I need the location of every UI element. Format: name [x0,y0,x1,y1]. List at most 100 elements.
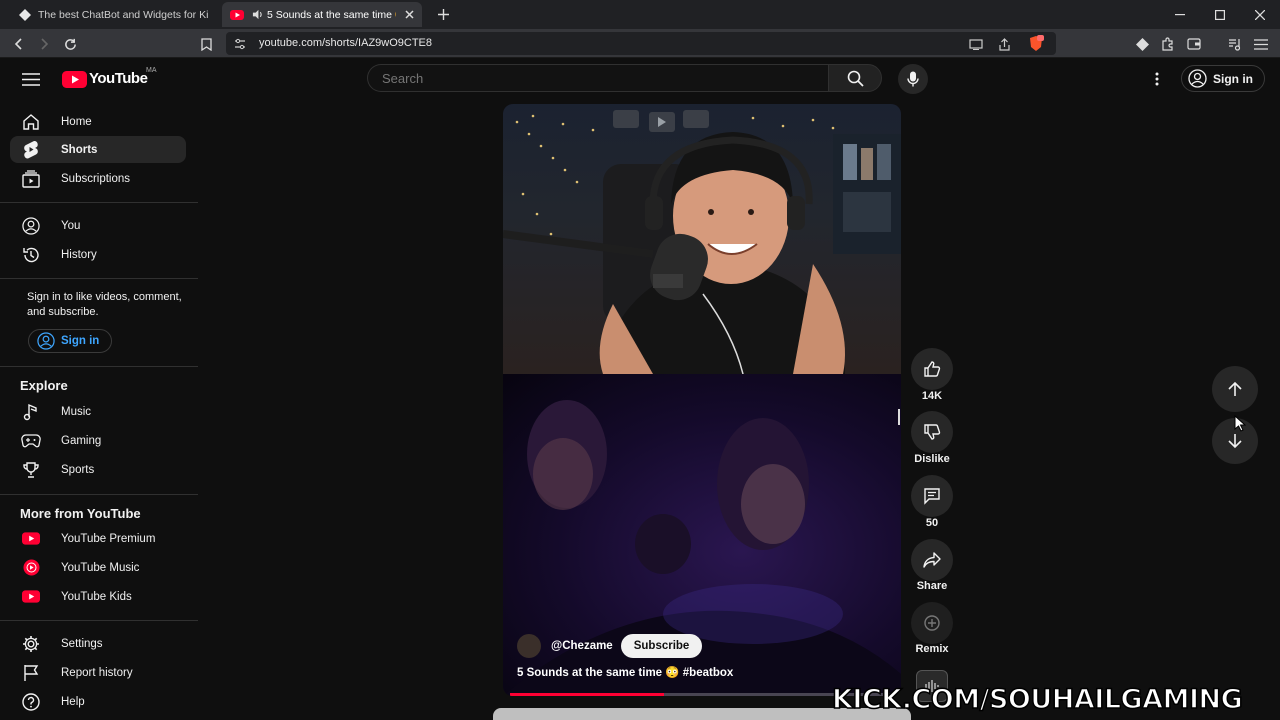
sidebar-divider [0,278,198,279]
sidebar-item-home[interactable]: Home [10,108,186,135]
shorts-icon [20,139,42,161]
subscriptions-icon [20,168,42,190]
country-code: MA [146,67,157,74]
sidebar-item-label: Gaming [61,434,102,447]
media-icon[interactable] [1225,34,1245,54]
previous-short-button[interactable] [1212,366,1258,412]
sign-in-label: Sign in [61,335,100,347]
sidebar-sign-in-button[interactable]: Sign in [28,329,112,353]
site-icon [18,8,32,22]
sidebar-item-shorts[interactable]: Shorts [10,136,186,163]
sidebar-item-you[interactable]: You [10,212,186,239]
sidebar-item-label: History [61,248,97,261]
sign-in-prompt: Sign in to like videos, comment, and sub… [27,291,182,318]
sidebar-item-subscriptions[interactable]: Subscriptions [10,165,186,192]
sidebar-item-settings[interactable]: Settings [10,630,186,657]
sidebar-item-label: YouTube Kids [61,590,132,603]
dislike-button[interactable] [911,411,953,453]
sidebar-divider [0,494,198,495]
channel-avatar[interactable] [517,634,541,658]
voice-search-button[interactable] [898,64,928,94]
youtube-icon [230,8,244,22]
wallet-icon[interactable] [1184,34,1204,54]
search-input[interactable] [382,71,782,86]
help-icon [20,691,42,713]
youtube-kids-icon [20,586,42,608]
new-tab-button[interactable] [428,0,458,29]
shorts-video-player[interactable]: @Chezame Subscribe 5 Sounds at the same … [503,104,901,696]
youtube-premium-icon [20,528,42,550]
sidebar-item-label: Subscriptions [61,172,131,185]
close-tab-icon[interactable] [402,8,416,22]
sidebar: Home Shorts Subscriptions You History Si… [0,100,200,720]
sports-icon [20,459,42,481]
site-settings-icon[interactable] [230,34,250,54]
thumbs-up-icon [923,360,941,378]
cast-icon[interactable] [966,34,986,54]
progress-fill [510,693,664,696]
tab-title: 5 Sounds at the same time 😳 [267,9,396,21]
browser-menu-icon[interactable] [1251,34,1271,54]
sidebar-item-youtube-premium[interactable]: YouTube Premium [10,525,186,552]
channel-name[interactable]: @Chezame [551,640,613,652]
sidebar-item-label: YouTube Music [61,561,140,574]
rewards-icon[interactable] [1132,34,1152,54]
bookmark-icon[interactable] [196,34,216,54]
browser-tab-chatbot[interactable]: The best ChatBot and Widgets for Ki [10,2,216,27]
share-page-icon[interactable] [994,34,1014,54]
sidebar-item-label: Home [61,115,92,128]
sidebar-item-label: Report history [61,666,133,679]
microphone-icon [907,71,919,87]
dislike-label: Dislike [914,453,950,465]
reload-icon[interactable] [60,34,80,54]
sidebar-item-history[interactable]: History [10,241,186,268]
browser-tab-bar: The best ChatBot and Widgets for Ki 5 So… [0,0,1280,29]
remix-button[interactable] [911,602,953,644]
sidebar-item-report-history[interactable]: Report history [10,659,186,686]
arrow-up-icon [1227,381,1243,397]
sidebar-item-label: Sports [61,463,95,476]
sidebar-item-youtube-music[interactable]: YouTube Music [10,554,186,581]
share-label: Share [916,580,948,592]
sidebar-item-gaming[interactable]: Gaming [10,427,186,454]
sidebar-item-youtube-kids[interactable]: YouTube Kids [10,583,186,610]
mouse-cursor-icon [1234,415,1246,432]
comment-icon [923,487,941,505]
speaker-icon[interactable] [250,8,264,22]
like-button[interactable] [911,348,953,390]
history-icon [20,244,42,266]
browser-tab-youtube[interactable]: 5 Sounds at the same time 😳 [222,2,422,27]
address-bar[interactable]: youtube.com/shorts/IAZ9wO9CTE8 [226,32,1056,55]
sidebar-item-sports[interactable]: Sports [10,456,186,483]
sidebar-item-music[interactable]: Music [10,398,186,425]
forward-icon[interactable] [34,34,54,54]
more-from-youtube-heading: More from YouTube [20,506,141,521]
brave-shields-icon[interactable] [1026,33,1046,53]
sign-in-label: Sign in [1213,71,1253,86]
youtube-logo-icon[interactable] [62,71,87,88]
extensions-icon[interactable] [1158,34,1178,54]
search-button[interactable] [828,64,882,92]
browser-toolbar: youtube.com/shorts/IAZ9wO9CTE8 [0,29,1280,58]
more-options-icon[interactable] [1150,69,1164,89]
short-title[interactable]: 5 Sounds at the same time 😳 #beatbox [517,665,733,679]
sign-in-button[interactable]: Sign in [1181,65,1265,92]
remix-label: Remix [915,643,949,655]
sidebar-item-help[interactable]: Help [10,688,186,715]
music-icon [20,401,42,423]
subscribe-button[interactable]: Subscribe [620,634,703,658]
back-icon[interactable] [9,34,29,54]
maximize-button[interactable] [1200,0,1240,29]
text-cursor [898,409,900,425]
url-text: youtube.com/shorts/IAZ9wO9CTE8 [259,37,433,49]
hamburger-menu-icon[interactable] [21,69,41,89]
sidebar-item-label: Music [61,405,92,418]
close-window-button[interactable] [1240,0,1280,29]
comments-button[interactable] [911,475,953,517]
settings-icon [20,633,42,655]
share-button[interactable] [911,539,953,581]
youtube-logo-text[interactable]: YouTube [89,70,148,87]
search-box[interactable] [367,64,828,92]
share-arrow-icon [923,552,941,568]
minimize-button[interactable] [1160,0,1200,29]
